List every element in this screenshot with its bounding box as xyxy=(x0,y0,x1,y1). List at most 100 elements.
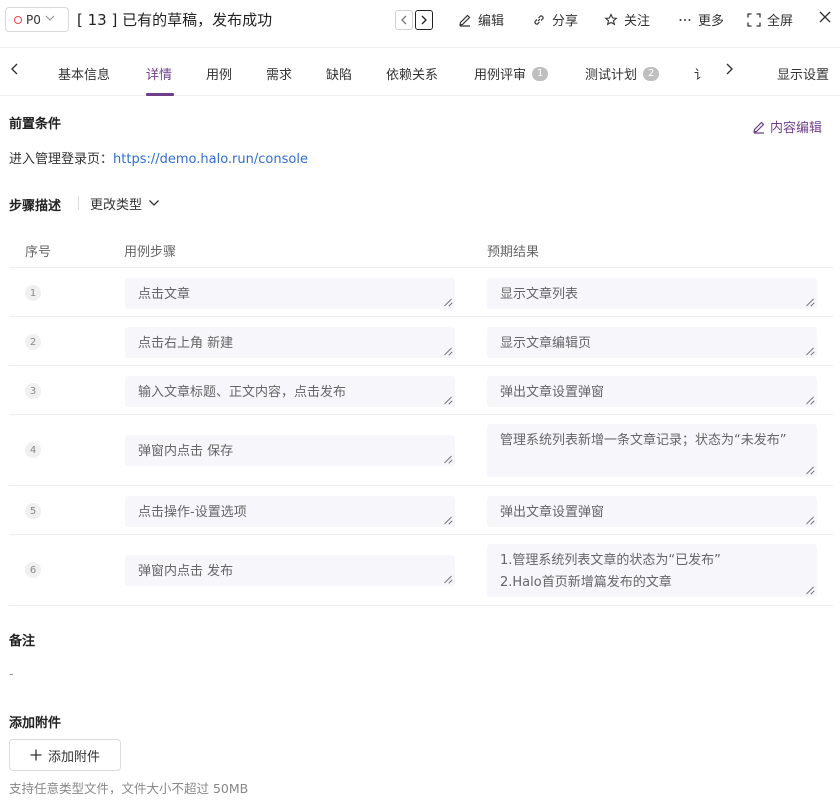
resize-handle-icon[interactable] xyxy=(444,298,452,306)
resize-handle-icon[interactable] xyxy=(444,516,452,524)
expected-input[interactable]: 管理系统列表新增一条文章记录；状态为“未发布” xyxy=(487,424,817,477)
row-number: 1 xyxy=(25,285,41,301)
expected-input[interactable]: 1.管理系统列表文章的状态为“已发布” 2.Halo首页新增篇发布的文章 xyxy=(487,544,817,597)
tab-dependencies[interactable]: 依赖关系 xyxy=(386,64,438,83)
fullscreen-label: 全屏 xyxy=(767,14,794,29)
tab-test-plan[interactable]: 测试计划 2 xyxy=(585,64,660,83)
resize-handle-icon[interactable] xyxy=(806,298,814,306)
tab-label: 讠 xyxy=(694,68,704,83)
resize-handle-icon[interactable] xyxy=(806,396,814,404)
tab-label: 详情 xyxy=(146,68,173,83)
resize-handle-icon[interactable] xyxy=(444,347,452,355)
tab-cases[interactable]: 用例 xyxy=(206,64,232,83)
tab-details[interactable]: 详情 xyxy=(146,64,172,83)
share-label: 分享 xyxy=(552,14,579,29)
more-button[interactable]: 更多 xyxy=(678,10,724,29)
tab-label: 依赖关系 xyxy=(386,68,439,83)
step-input[interactable]: 点击右上角 新建 xyxy=(125,327,455,358)
resize-handle-icon[interactable] xyxy=(806,466,814,474)
console-link[interactable]: https://demo.halo.run/console xyxy=(113,152,308,167)
tab-label: 用例评审 xyxy=(474,68,527,83)
display-settings-button[interactable]: 显示设置 xyxy=(777,64,829,83)
active-tab-indicator xyxy=(146,93,174,96)
tab-bar: 基本信息 详情 用例 需求 缺陷 依赖关系 用例评审 1 测试计划 2 讠 显示… xyxy=(0,47,840,96)
tab-label: 测试计划 xyxy=(585,68,638,83)
tabs-scroll-right-button[interactable] xyxy=(723,62,735,80)
row-number: 4 xyxy=(25,442,41,458)
tabs-scroll-left-button[interactable] xyxy=(9,62,21,80)
record-navigation xyxy=(395,10,433,30)
tab-label: 缺陷 xyxy=(326,68,353,83)
priority-select[interactable]: P0 xyxy=(5,7,69,32)
remarks-title: 备注 xyxy=(9,634,36,649)
previous-record-button[interactable] xyxy=(395,10,413,30)
star-icon xyxy=(604,12,618,26)
change-type-label: 更改类型 xyxy=(90,197,143,213)
chevron-left-icon xyxy=(401,15,407,25)
table-header: 序号 用例步骤 预期结果 xyxy=(9,228,833,268)
tab-defects[interactable]: 缺陷 xyxy=(326,64,352,83)
chevron-right-icon xyxy=(726,63,733,75)
expected-input[interactable]: 显示文章编辑页 xyxy=(487,327,817,358)
add-attachment-button[interactable]: 添加附件 xyxy=(9,739,121,771)
page-title: [ 13 ] 已有的草稿，发布成功 xyxy=(77,11,273,29)
plus-icon xyxy=(30,749,42,761)
step-input[interactable]: 输入文章标题、正文内容，点击发布 xyxy=(125,376,455,407)
steps-table: 序号 用例步骤 预期结果 1 点击文章 显示文章列表 2 点击右上角 新建 显示… xyxy=(9,228,833,606)
tab-label: 基本信息 xyxy=(58,68,111,83)
expected-input[interactable]: 弹出文章设置弹窗 xyxy=(487,376,817,407)
resize-handle-icon[interactable] xyxy=(444,396,452,404)
expected-text: 弹出文章设置弹窗 xyxy=(500,505,605,520)
column-header-step: 用例步骤 xyxy=(124,245,177,260)
follow-button[interactable]: 关注 xyxy=(604,10,650,29)
fullscreen-icon xyxy=(747,12,761,27)
step-text: 点击右上角 新建 xyxy=(138,336,234,351)
more-label: 更多 xyxy=(698,14,725,29)
step-text: 点击操作-设置选项 xyxy=(138,505,247,520)
display-settings-label: 显示设置 xyxy=(777,68,830,83)
step-input[interactable]: 点击文章 xyxy=(125,278,455,309)
edit-button[interactable]: 编辑 xyxy=(458,10,504,29)
tab-basic-info[interactable]: 基本信息 xyxy=(58,64,110,83)
content-edit-label: 内容编辑 xyxy=(770,121,823,136)
column-header-expected: 预期结果 xyxy=(487,245,540,260)
step-input[interactable]: 弹窗内点击 发布 xyxy=(125,555,455,586)
chevron-down-icon xyxy=(149,200,159,206)
close-button[interactable] xyxy=(818,10,832,24)
chevron-left-icon xyxy=(11,63,18,75)
expected-text: 管理系统列表新增一条文章记录；状态为“未发布” xyxy=(500,433,787,448)
resize-handle-icon[interactable] xyxy=(806,586,814,594)
count-badge: 2 xyxy=(643,66,660,81)
step-input[interactable]: 弹窗内点击 保存 xyxy=(125,435,455,466)
attachment-hint: 支持任意类型文件，文件大小不超过 50MB xyxy=(9,781,249,796)
priority-label: P0 xyxy=(26,12,41,27)
tab-requirements[interactable]: 需求 xyxy=(266,64,292,83)
tab-case-review[interactable]: 用例评审 1 xyxy=(474,64,549,83)
resize-handle-icon[interactable] xyxy=(444,575,452,583)
remarks-value: - xyxy=(9,667,14,682)
priority-dot-icon xyxy=(14,15,22,24)
next-record-button[interactable] xyxy=(415,10,433,30)
resize-handle-icon[interactable] xyxy=(806,347,814,355)
column-header-index: 序号 xyxy=(25,245,52,260)
fullscreen-button[interactable]: 全屏 xyxy=(747,10,793,29)
table-row: 5 点击操作-设置选项 弹出文章设置弹窗 xyxy=(9,486,833,535)
resize-handle-icon[interactable] xyxy=(444,455,452,463)
more-dots-icon xyxy=(679,18,691,21)
table-row: 3 输入文章标题、正文内容，点击发布 弹出文章设置弹窗 xyxy=(9,366,833,415)
table-row: 6 弹窗内点击 发布 1.管理系统列表文章的状态为“已发布” 2.Halo首页新… xyxy=(9,535,833,606)
precondition-label: 进入管理登录页： xyxy=(9,152,114,167)
expected-text: 弹出文章设置弹窗 xyxy=(500,385,605,400)
share-button[interactable]: 分享 xyxy=(532,10,578,29)
expected-input[interactable]: 显示文章列表 xyxy=(487,278,817,309)
chevron-down-icon xyxy=(45,13,55,26)
table-row: 1 点击文章 显示文章列表 xyxy=(9,268,833,317)
tab-truncated[interactable]: 讠 xyxy=(694,64,704,83)
resize-handle-icon[interactable] xyxy=(806,516,814,524)
content-edit-button[interactable]: 内容编辑 xyxy=(752,117,822,136)
pencil-icon xyxy=(753,121,765,134)
step-input[interactable]: 点击操作-设置选项 xyxy=(125,496,455,527)
change-type-dropdown[interactable]: 更改类型 xyxy=(78,196,160,213)
expected-input[interactable]: 弹出文章设置弹窗 xyxy=(487,496,817,527)
table-row: 2 点击右上角 新建 显示文章编辑页 xyxy=(9,317,833,366)
